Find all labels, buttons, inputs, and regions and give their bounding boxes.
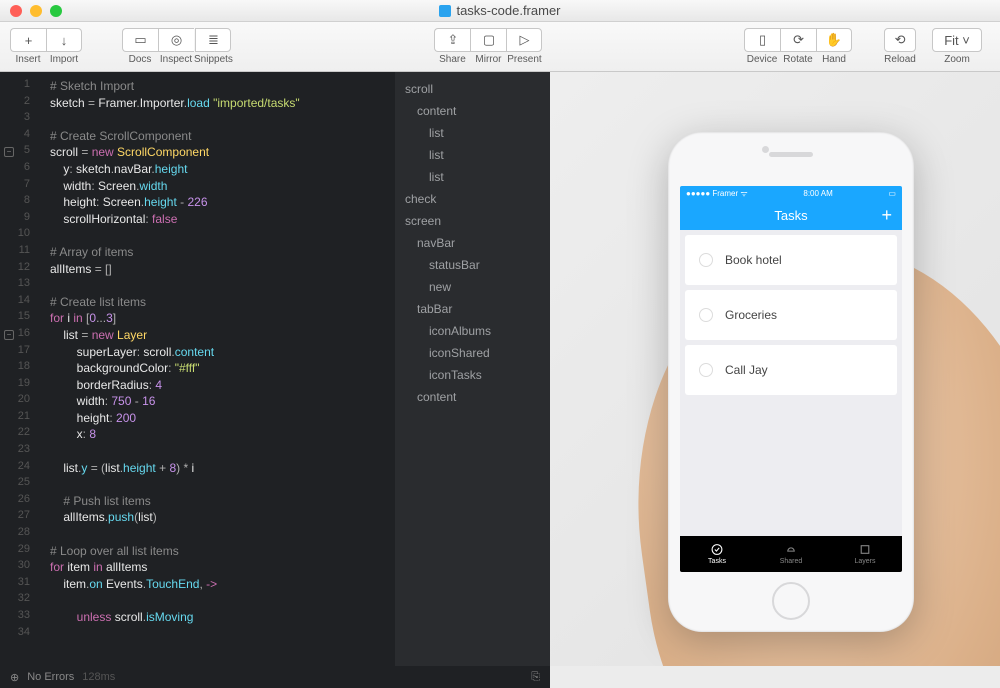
add-icon[interactable]: +	[881, 205, 892, 226]
layer-iconTasks[interactable]: iconTasks	[395, 364, 550, 386]
toolbar: +Insert↓Import ▭Docs◎Inspect≣Snippets ⇪S…	[0, 22, 1000, 72]
layer-content[interactable]: content	[395, 100, 550, 122]
layer-statusBar[interactable]: statusBar	[395, 254, 550, 276]
error-count[interactable]: No Errors	[27, 671, 74, 683]
layer-list[interactable]: list	[395, 122, 550, 144]
layer-tabBar[interactable]: tabBar	[395, 298, 550, 320]
framer-doc-icon	[439, 5, 451, 17]
layer-navBar[interactable]: navBar	[395, 232, 550, 254]
task-card[interactable]: Book hotel	[685, 235, 897, 285]
insert-button[interactable]: +Insert	[10, 28, 46, 65]
minimize-icon[interactable]	[30, 5, 42, 17]
window-titlebar: tasks-code.framer	[0, 0, 1000, 22]
status-bar: ●●●●● Framer ᯤ8:00 AM▭	[680, 186, 902, 200]
mirror-button[interactable]: ▢Mirror	[470, 28, 506, 65]
tab-shared[interactable]: Shared	[754, 536, 828, 572]
rotate-button[interactable]: ⟳Rotate	[780, 28, 816, 65]
status-line: ⊕ No Errors 128ms ⎘	[0, 666, 550, 688]
code-editor[interactable]: 12345−678910111213141516−171819202122232…	[0, 72, 395, 666]
layer-content[interactable]: content	[395, 386, 550, 408]
docs-button[interactable]: ▭Docs	[122, 28, 158, 65]
layer-iconShared[interactable]: iconShared	[395, 342, 550, 364]
layer-list[interactable]: list	[395, 166, 550, 188]
checkbox-icon[interactable]	[699, 253, 713, 267]
device-preview: ●●●●● Framer ᯤ8:00 AM▭ Tasks + Book hote…	[550, 72, 1000, 666]
tab-bar: TasksSharedLayers	[680, 536, 902, 572]
target-icon[interactable]: ⊕	[10, 671, 19, 684]
snippets-button[interactable]: ≣Snippets	[194, 28, 233, 65]
document-title: tasks-code.framer	[0, 3, 1000, 18]
nav-bar: Tasks +	[680, 200, 902, 230]
hand-button[interactable]: ✋Hand	[816, 28, 852, 65]
present-button[interactable]: ▷Present	[506, 28, 542, 65]
device-button[interactable]: ▯Device	[744, 28, 780, 65]
console-icon[interactable]: ⎘	[531, 671, 540, 684]
close-icon[interactable]	[10, 5, 22, 17]
device-screen[interactable]: ●●●●● Framer ᯤ8:00 AM▭ Tasks + Book hote…	[680, 186, 902, 572]
compile-time: 128ms	[82, 671, 115, 683]
tab-tasks[interactable]: Tasks	[680, 536, 754, 572]
checkbox-icon[interactable]	[699, 363, 713, 377]
import-button[interactable]: ↓Import	[46, 28, 82, 65]
maximize-icon[interactable]	[50, 5, 62, 17]
layer-new[interactable]: new	[395, 276, 550, 298]
layer-tree: scrollcontentlistlistlistcheckscreennavB…	[395, 72, 550, 666]
nav-title: Tasks	[774, 208, 807, 223]
layer-scroll[interactable]: scroll	[395, 78, 550, 100]
task-card[interactable]: Groceries	[685, 290, 897, 340]
inspect-button[interactable]: ◎Inspect	[158, 28, 194, 65]
layer-screen[interactable]: screen	[395, 210, 550, 232]
tab-layers[interactable]: Layers	[828, 536, 902, 572]
zoom-select[interactable]: Fit ˅ Zoom	[924, 28, 990, 65]
layer-iconAlbums[interactable]: iconAlbums	[395, 320, 550, 342]
task-card[interactable]: Call Jay	[685, 345, 897, 395]
checkbox-icon[interactable]	[699, 308, 713, 322]
home-button[interactable]	[772, 582, 810, 620]
layer-check[interactable]: check	[395, 188, 550, 210]
reload-button[interactable]: ⟲Reload	[876, 28, 924, 65]
device-frame: ●●●●● Framer ᯤ8:00 AM▭ Tasks + Book hote…	[668, 132, 914, 632]
layer-list[interactable]: list	[395, 144, 550, 166]
share-button[interactable]: ⇪Share	[434, 28, 470, 65]
